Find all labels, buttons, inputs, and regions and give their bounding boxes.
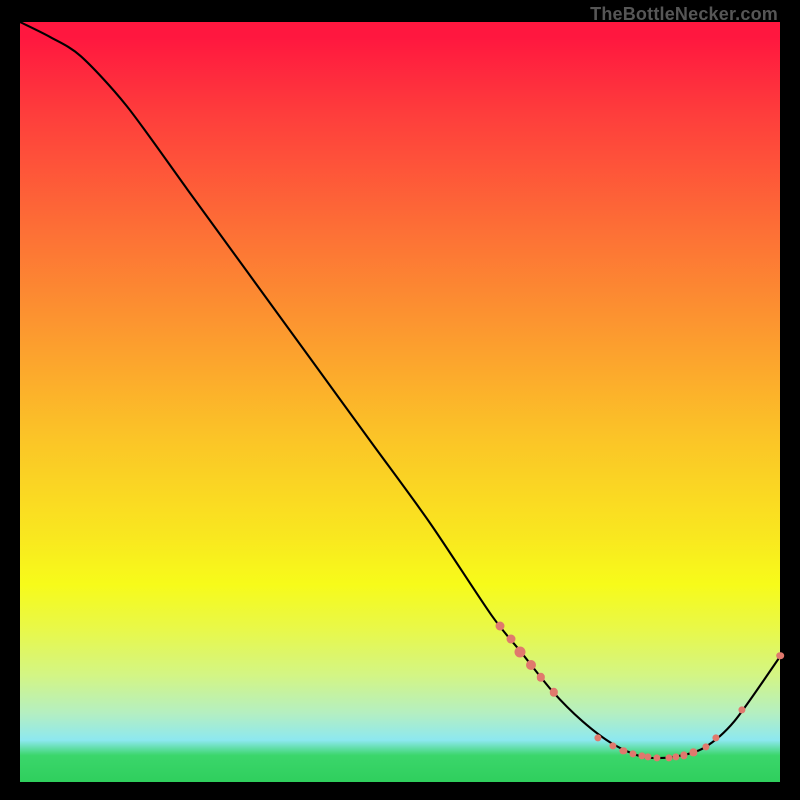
data-dot-0 bbox=[496, 622, 505, 631]
data-dot-3 bbox=[526, 660, 536, 670]
curve-svg bbox=[20, 22, 780, 782]
plot-area bbox=[20, 22, 780, 782]
data-dot-20 bbox=[776, 652, 784, 660]
curve-path bbox=[20, 22, 780, 758]
data-dot-2 bbox=[515, 647, 526, 658]
attribution-text: TheBottleNecker.com bbox=[590, 4, 778, 25]
data-dot-1 bbox=[506, 635, 515, 644]
